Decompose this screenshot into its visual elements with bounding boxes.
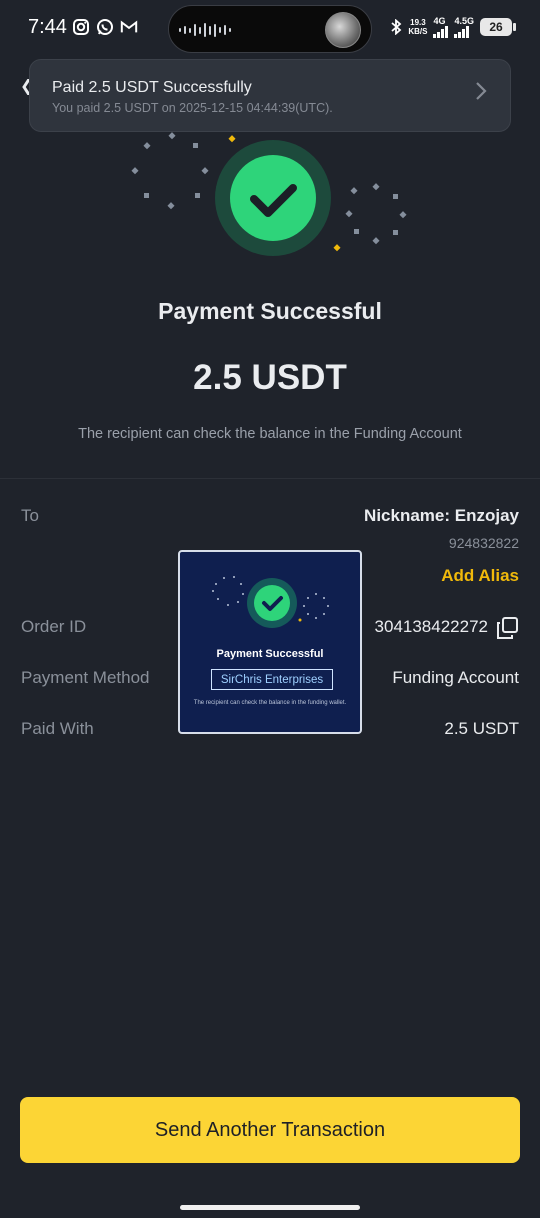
order-id-label: Order ID: [21, 617, 87, 636]
gmail-icon: [120, 20, 138, 33]
to-label: To: [21, 506, 39, 525]
paid-with-value: 2.5 USDT: [444, 719, 519, 738]
bluetooth-icon: [391, 19, 402, 35]
success-check-icon: [131, 132, 407, 256]
chevron-right-icon[interactable]: [474, 80, 488, 102]
payment-status-title: Payment Successful: [158, 298, 382, 324]
network-speed: 19.3 KB/S: [408, 18, 428, 36]
battery-icon: 26: [480, 18, 516, 36]
avatar[interactable]: [325, 12, 361, 48]
divider: [0, 478, 540, 479]
status-time: 7:44: [28, 16, 67, 38]
copy-icon[interactable]: [495, 616, 519, 640]
recipient-nickname: Nickname: Enzojay: [364, 506, 519, 525]
overlay-note: The recipient can check the balance in t…: [193, 700, 347, 706]
overlay-business-name: SirChris Enterprises: [211, 669, 333, 690]
instagram-icon: [73, 19, 89, 35]
home-indicator[interactable]: [180, 1205, 360, 1210]
payment-toast[interactable]: Paid 2.5 USDT Successfully You paid 2.5 …: [29, 59, 511, 132]
toast-subtitle: You paid 2.5 USDT on 2025-12-15 04:44:39…: [52, 101, 333, 115]
recipient-uid: 924832822: [448, 535, 519, 551]
overlay-receipt-image: Payment Successful SirChris Enterprises …: [178, 550, 362, 734]
payment-method-label: Payment Method: [21, 668, 150, 687]
payment-method-value: Funding Account: [392, 668, 519, 687]
payment-note: The recipient can check the balance in t…: [78, 426, 462, 442]
whatsapp-icon: [97, 19, 113, 35]
signal-bars-icon: [454, 26, 470, 38]
signal-45g: 4.5G: [454, 16, 474, 38]
payment-amount: 2.5 USDT: [193, 358, 347, 397]
order-id-value: 304138422272: [374, 617, 488, 636]
dynamic-island[interactable]: [168, 5, 372, 53]
add-alias-link[interactable]: Add Alias: [441, 566, 519, 586]
signal-bars-icon: [433, 26, 449, 38]
send-another-transaction-button[interactable]: Send Another Transaction: [20, 1097, 520, 1163]
success-check-icon: [212, 576, 329, 628]
signal-4g: 4G: [433, 16, 449, 38]
toast-title: Paid 2.5 USDT Successfully: [52, 79, 252, 96]
audio-wave-icon: [179, 22, 231, 38]
paid-with-label: Paid With: [21, 719, 94, 738]
status-bar: 7:44 19.3 KB/S 4G 4.5G 26: [0, 0, 540, 58]
overlay-title: Payment Successful: [216, 648, 324, 660]
